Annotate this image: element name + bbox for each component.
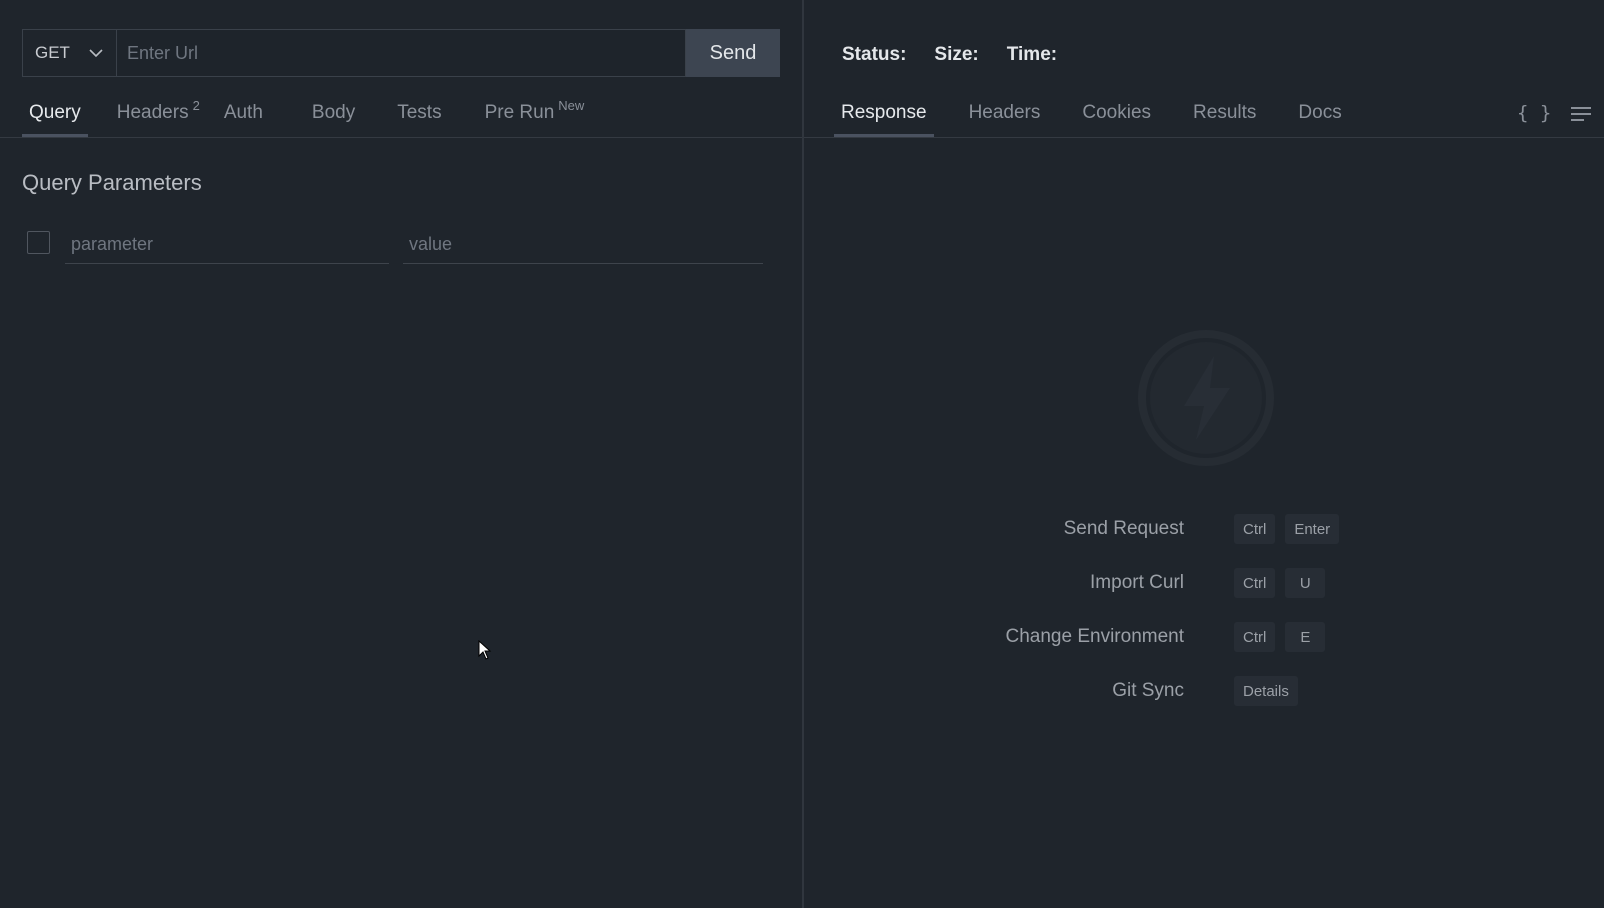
shortcut-keys: Details	[1234, 676, 1298, 706]
menu-icon[interactable]	[1570, 106, 1592, 122]
response-tabs: Response Headers Cookies Results Docs	[834, 98, 1349, 137]
tab-body[interactable]: Body	[305, 98, 362, 136]
response-pane: Status: Size: Time: Response Headers Coo…	[804, 0, 1604, 908]
shortcut-label: Import Curl	[1090, 572, 1184, 593]
shortcut-row: Git Sync Details	[804, 676, 1604, 706]
new-badge: New	[558, 98, 585, 113]
tab-results[interactable]: Results	[1186, 98, 1263, 136]
tab-label: Headers	[116, 102, 189, 123]
thunder-logo-icon	[1138, 330, 1274, 466]
tab-label: Response	[841, 102, 927, 123]
param-name-input[interactable]	[65, 226, 389, 264]
tab-response-headers[interactable]: Headers	[962, 98, 1048, 136]
key-cap: Enter	[1285, 514, 1340, 544]
tab-query[interactable]: Query	[22, 98, 88, 137]
tabs-divider	[804, 137, 1604, 138]
key-cap: E	[1285, 622, 1326, 652]
url-input[interactable]	[116, 29, 686, 77]
url-bar: GET Send	[22, 29, 780, 77]
status-label: Status:	[842, 44, 907, 65]
shortcut-label: Send Request	[1063, 518, 1184, 539]
shortcut-label: Change Environment	[1005, 626, 1185, 647]
tab-label: Headers	[968, 102, 1041, 123]
tab-label: Auth	[223, 102, 263, 123]
tab-response[interactable]: Response	[834, 98, 934, 137]
mouse-cursor-icon	[478, 640, 492, 660]
tab-headers[interactable]: Headers 2	[110, 98, 207, 136]
headers-count-badge: 2	[192, 98, 200, 113]
tab-label: Results	[1193, 102, 1257, 123]
tabs-divider	[0, 137, 802, 138]
key-cap: Ctrl	[1234, 514, 1276, 544]
app-window: GET Send Query Headers 2 Auth Body	[0, 0, 1604, 908]
shortcut-row: Send Request Ctrl Enter	[804, 514, 1604, 544]
braces-icon[interactable]: { }	[1517, 102, 1551, 124]
key-cap: U	[1285, 568, 1326, 598]
key-cap: Ctrl	[1234, 568, 1276, 598]
method-select[interactable]: GET	[22, 29, 116, 77]
tab-label: Pre Run	[484, 102, 555, 123]
query-param-row	[27, 226, 763, 266]
send-button[interactable]: Send	[686, 29, 780, 77]
tab-auth[interactable]: Auth	[217, 98, 270, 136]
key-cap: Ctrl	[1234, 622, 1276, 652]
tab-tests[interactable]: Tests	[390, 98, 448, 136]
tab-cookies[interactable]: Cookies	[1075, 98, 1158, 136]
section-title: Query Parameters	[22, 170, 202, 195]
tab-label: Tests	[397, 102, 442, 123]
param-enable-checkbox[interactable]	[27, 231, 50, 254]
tab-label: Docs	[1298, 102, 1342, 123]
time-label: Time:	[1006, 44, 1058, 65]
shortcut-row: Import Curl Ctrl U	[804, 568, 1604, 598]
shortcut-keys: Ctrl U	[1234, 568, 1326, 598]
method-label: GET	[35, 43, 70, 62]
chevron-down-icon	[89, 49, 103, 58]
size-label: Size:	[934, 44, 979, 65]
shortcut-keys: Ctrl Enter	[1234, 514, 1340, 544]
tab-label: Body	[311, 102, 356, 123]
response-status-line: Status: Size: Time:	[842, 44, 1057, 66]
tab-pre-run[interactable]: Pre Run New	[478, 98, 592, 136]
tab-label: Query	[29, 102, 81, 123]
tab-docs[interactable]: Docs	[1291, 98, 1348, 136]
tab-label: Cookies	[1082, 102, 1152, 123]
shortcut-row: Change Environment Ctrl E	[804, 622, 1604, 652]
request-tabs: Query Headers 2 Auth Body Tests Pre Run …	[22, 98, 592, 137]
shortcut-label: Git Sync	[1112, 680, 1184, 701]
param-value-input[interactable]	[403, 226, 763, 264]
git-sync-details-button[interactable]: Details	[1234, 676, 1298, 706]
shortcut-keys: Ctrl E	[1234, 622, 1326, 652]
request-pane: GET Send Query Headers 2 Auth Body	[0, 0, 802, 908]
